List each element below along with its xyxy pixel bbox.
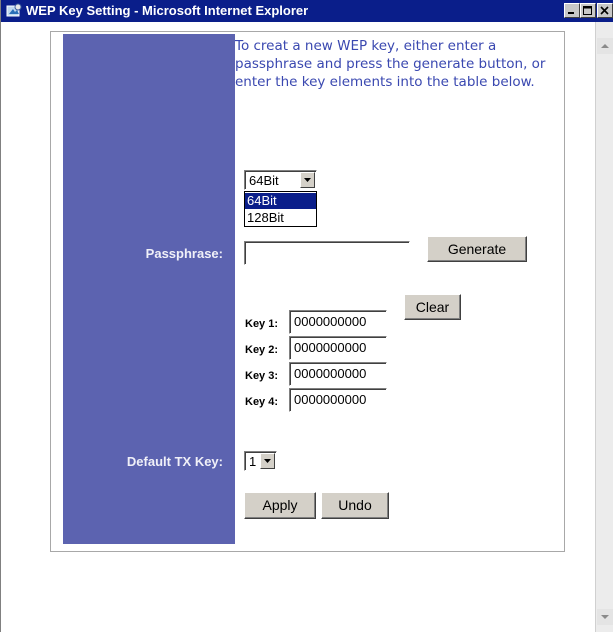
key-4-input[interactable]: 0000000000 xyxy=(289,388,387,412)
key-size-options: 64Bit 128Bit xyxy=(244,191,317,227)
dropdown-arrow-button[interactable] xyxy=(260,453,275,469)
generate-button[interactable]: Generate xyxy=(427,236,527,262)
ie-icon xyxy=(6,3,22,19)
title-bar[interactable]: WEP Key Setting - Microsoft Internet Exp… xyxy=(1,0,613,22)
minimize-button[interactable] xyxy=(564,3,580,18)
default-tx-key-value: 1 xyxy=(249,454,257,469)
key-size-select[interactable]: 64Bit xyxy=(244,170,317,190)
key-1-label: Key 1: xyxy=(245,318,279,330)
scroll-up-button[interactable] xyxy=(597,38,613,54)
undo-button[interactable]: Undo xyxy=(321,492,389,519)
scroll-down-button[interactable] xyxy=(597,609,613,625)
key-3-label: Key 3: xyxy=(245,370,279,382)
key-size-option-128bit[interactable]: 128Bit xyxy=(245,210,316,226)
key-2-input[interactable]: 0000000000 xyxy=(289,336,387,360)
minimize-icon xyxy=(568,12,574,14)
maximize-icon xyxy=(583,6,592,15)
intro-text: To creat a new WEP key, either enter a p… xyxy=(235,38,546,90)
chevron-down-icon xyxy=(264,459,271,463)
apply-button[interactable]: Apply xyxy=(244,492,316,519)
key-2-label: Key 2: xyxy=(245,344,279,356)
default-tx-key-select[interactable]: 1 xyxy=(244,451,277,471)
browser-window: WEP Key Setting - Microsoft Internet Exp… xyxy=(0,0,613,632)
close-button[interactable] xyxy=(597,3,613,18)
key-size-option-64bit[interactable]: 64Bit xyxy=(245,193,316,209)
maximize-button[interactable] xyxy=(580,3,596,18)
chevron-down-icon xyxy=(601,615,609,619)
window-title: WEP Key Setting - Microsoft Internet Exp… xyxy=(26,3,309,18)
key-1-input[interactable]: 0000000000 xyxy=(289,310,387,334)
vertical-scrollbar[interactable] xyxy=(595,22,613,632)
key-3-input[interactable]: 0000000000 xyxy=(289,362,387,386)
default-tx-key-label: Default TX Key: xyxy=(126,454,223,469)
passphrase-input[interactable] xyxy=(244,241,410,265)
close-icon xyxy=(600,6,609,15)
key-size-value: 64Bit xyxy=(249,173,279,188)
chevron-up-icon xyxy=(601,44,609,48)
key-4-label: Key 4: xyxy=(245,396,279,408)
clear-button[interactable]: Clear xyxy=(404,294,461,320)
dropdown-arrow-button[interactable] xyxy=(300,172,315,188)
passphrase-label: Passphrase: xyxy=(145,246,223,261)
chevron-down-icon xyxy=(304,178,311,182)
